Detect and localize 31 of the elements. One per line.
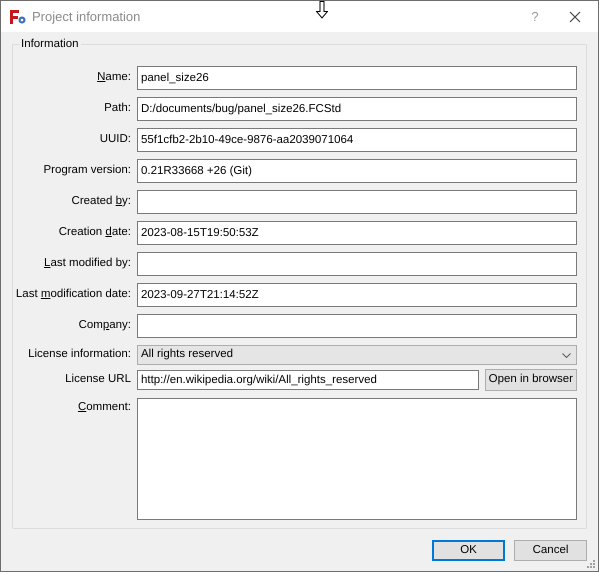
field-label: Path: (103, 101, 131, 116)
field-label: Creation date: (58, 225, 131, 240)
field-label: Last modified by: (43, 256, 131, 272)
field-label: UUID: (98, 132, 131, 148)
license-dropdown[interactable]: All rights reserved (137, 345, 577, 365)
resize-grip-icon (587, 560, 596, 569)
window-title: Project information (32, 8, 140, 26)
open-in-browser-button[interactable]: Open in browser (484, 369, 577, 391)
dialog-button[interactable]: OK (432, 540, 505, 561)
input-field[interactable]: D:/documents/bug/panel_size26.FCStd (137, 97, 577, 121)
app-logo-icon (9, 8, 27, 24)
comment-field[interactable] (137, 398, 577, 520)
field-label: Comment: (76, 400, 131, 415)
field-label: Company: (78, 318, 131, 334)
input-field[interactable] (137, 252, 577, 276)
input-field[interactable] (137, 314, 577, 338)
input-field[interactable]: 0.21R33668 +26 (Git) (137, 159, 577, 183)
input-field[interactable] (137, 190, 577, 214)
dialog-button[interactable]: Cancel (514, 540, 587, 561)
field-label: License URL (64, 372, 131, 388)
field-label: Last modification date: (14, 287, 131, 302)
field-label: Program version: (42, 163, 131, 178)
input-field[interactable]: 55f1cfb2-2b10-49ce-9876-aa2039071064 (137, 128, 577, 152)
chevron-down-icon (562, 352, 571, 358)
input-field[interactable]: panel_size26 (137, 66, 577, 90)
input-field[interactable]: 2023-09-27T21:14:52Z (137, 283, 577, 307)
field-label: Name: (96, 70, 131, 86)
field-label: Created by: (70, 194, 131, 210)
input-field[interactable]: http://en.wikipedia.org/wiki/All_rights_reserved (137, 370, 479, 390)
input-field[interactable]: 2023-08-15T19:50:53Z (137, 221, 577, 245)
field-label: License information: (27, 347, 131, 362)
